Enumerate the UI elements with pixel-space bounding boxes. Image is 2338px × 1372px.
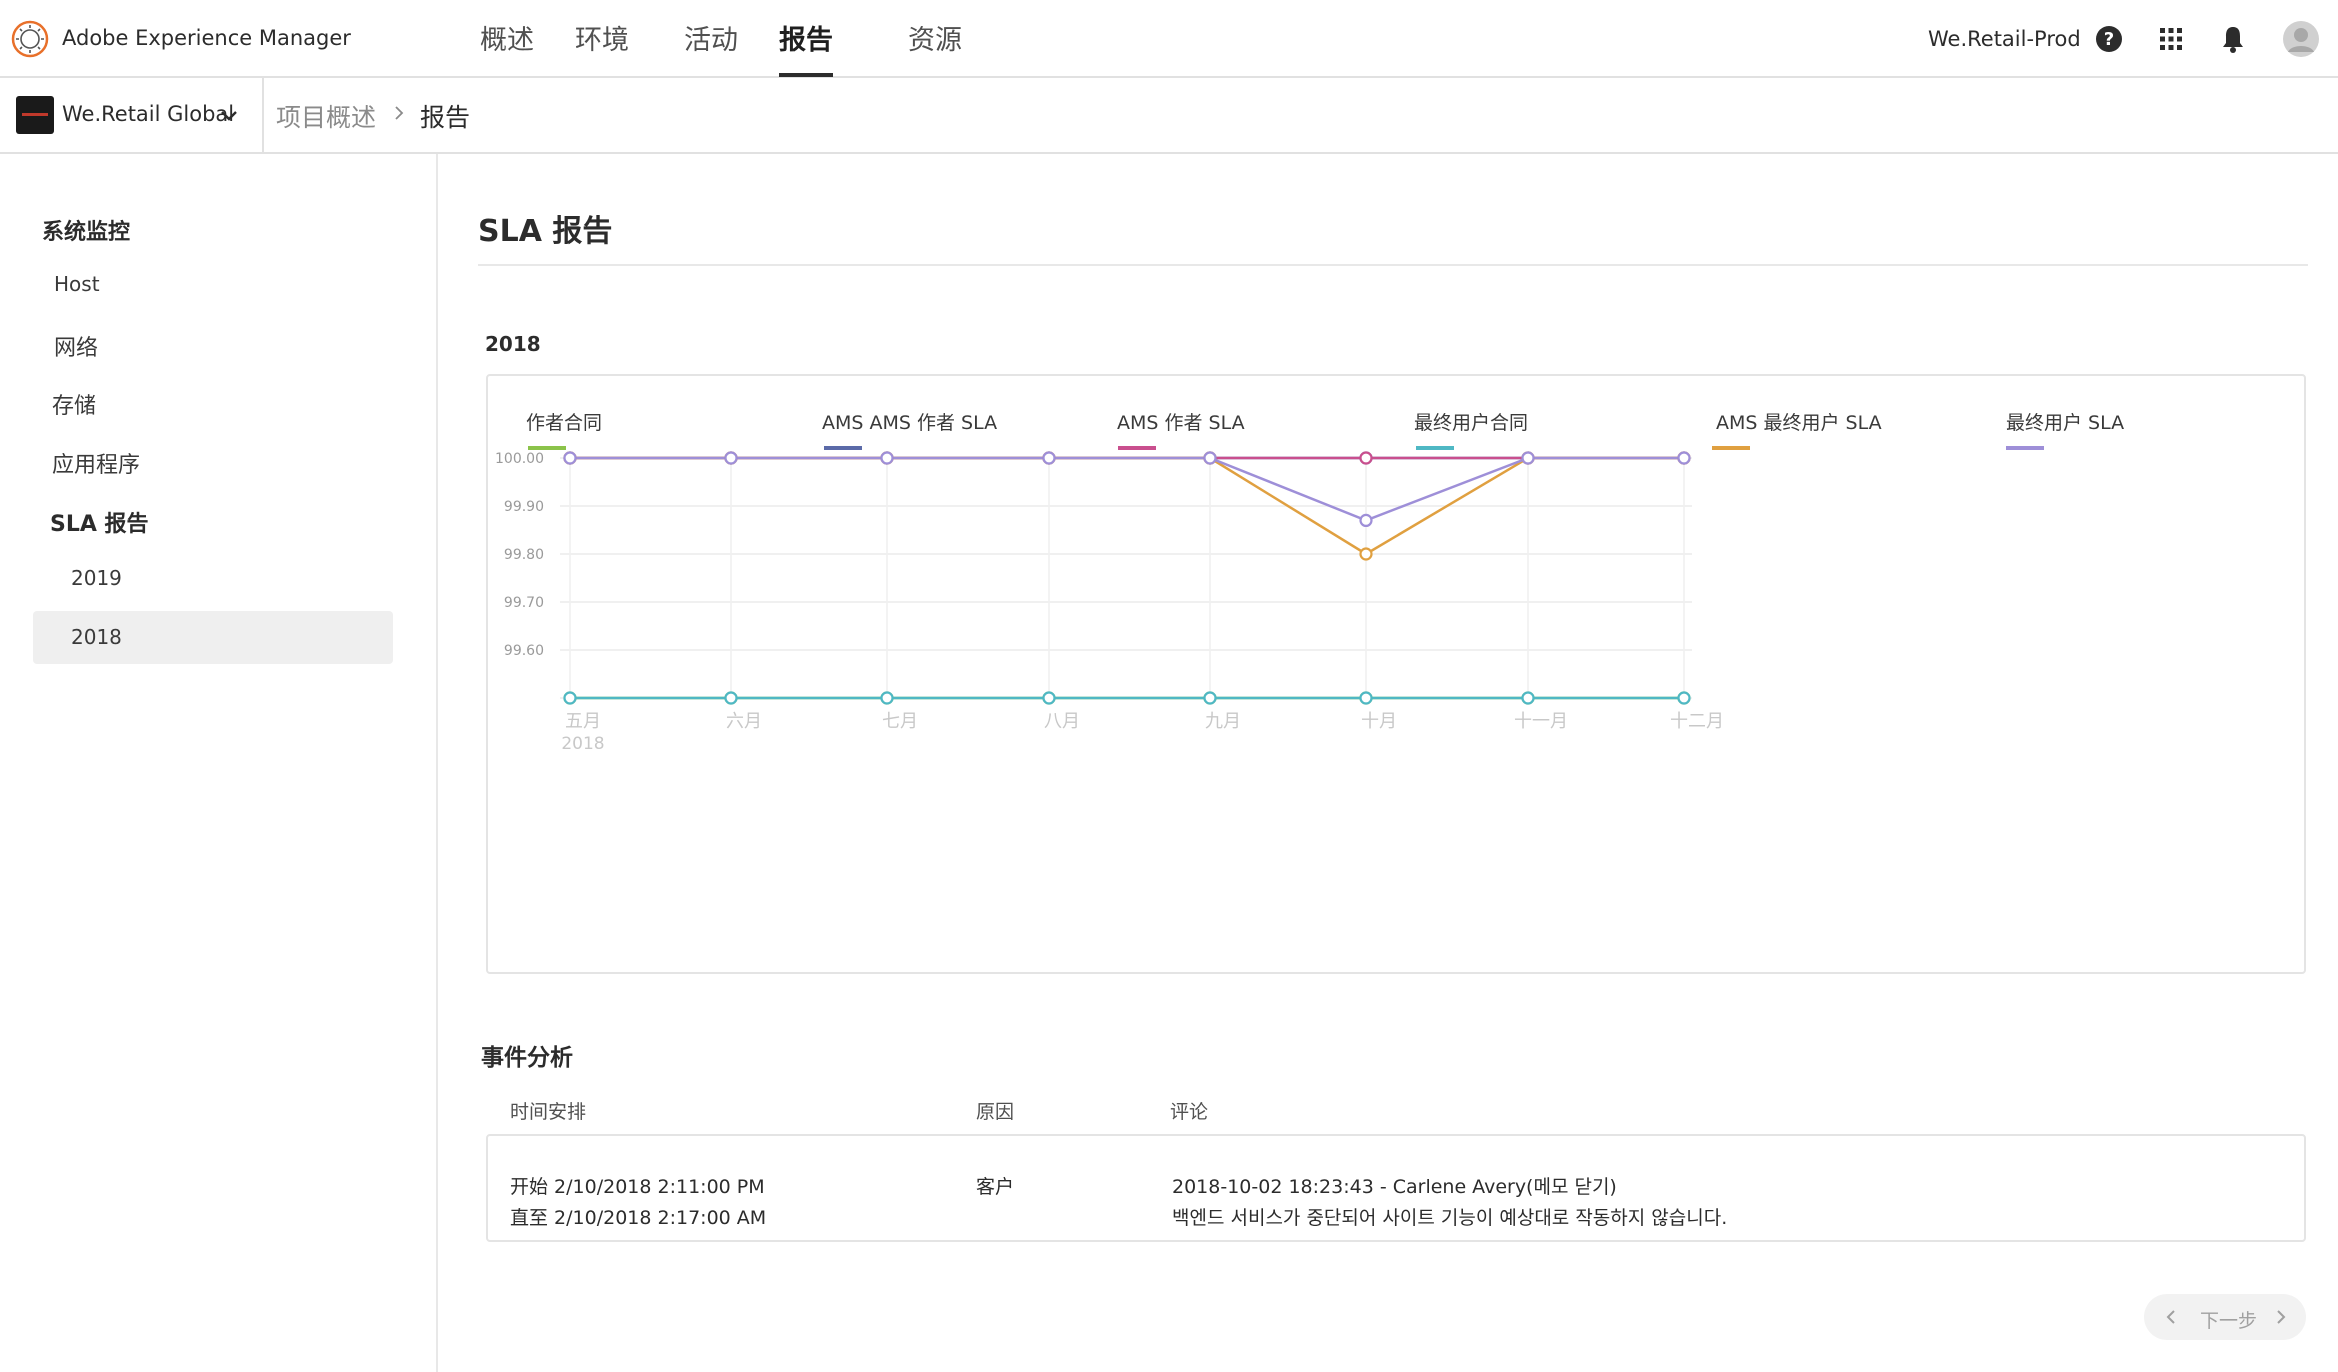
table-row[interactable]: 开始 2/10/2018 2:11:00 PM 直至 2/10/2018 2:1…: [486, 1134, 2306, 1242]
sidebar-item-applications[interactable]: 应用程序: [52, 447, 140, 479]
data-point: [1359, 513, 1373, 527]
sidebar-item-network[interactable]: 网络: [54, 330, 98, 362]
y-tick-label: 99.70: [504, 595, 544, 611]
x-tick-year-label: 2018: [561, 734, 604, 754]
incident-section-title: 事件分析: [481, 1045, 573, 1071]
sidebar-heading: 系统监控: [42, 220, 131, 245]
data-point: [724, 691, 738, 705]
data-point: [724, 451, 738, 465]
sidebar-item-2019[interactable]: 2019: [71, 566, 122, 590]
svg-text:?: ?: [2104, 29, 2114, 50]
data-point: [880, 451, 894, 465]
tab-overview[interactable]: 概述: [480, 18, 534, 57]
chevron-left-icon[interactable]: [2162, 1307, 2180, 1327]
x-tick-label: 五月: [565, 711, 601, 732]
divider: [262, 78, 264, 154]
column-header-reason: 原因: [976, 1101, 1015, 1123]
year-label: 2018: [485, 332, 541, 356]
tab-reports[interactable]: 报告: [779, 18, 833, 57]
pagination: 下一步: [2144, 1294, 2306, 1340]
incident-start: 开始 2/10/2018 2:11:00 PM: [510, 1176, 765, 1198]
x-tick-label: 九月: [1205, 711, 1241, 732]
apps-grid-icon[interactable]: [2154, 22, 2188, 56]
y-tick-label: 99.80: [504, 547, 544, 563]
data-point: [1203, 691, 1217, 705]
help-icon[interactable]: ?: [2092, 22, 2126, 56]
data-point: [880, 691, 894, 705]
data-point: [1042, 451, 1056, 465]
sidebar: 系统监控 Host 网络 存储 应用程序 SLA 报告 2019 2018: [0, 154, 438, 1372]
x-tick-label: 十二月: [1670, 711, 1724, 732]
tab-resources[interactable]: 资源: [908, 18, 962, 57]
tab-activity[interactable]: 活动: [684, 18, 738, 57]
top-bar: Adobe Experience Manager 概述 环境 活动 报告 资源 …: [0, 0, 2338, 78]
sub-header: We.Retail Global 项目概述 报告: [0, 78, 2338, 154]
sla-chart-card: 作者合同 AMS AMS 作者 SLA AMS 作者 SLA 最终用户合同 AM…: [486, 374, 2306, 974]
x-tick-label: 八月: [1044, 711, 1080, 732]
data-point: [1521, 451, 1535, 465]
y-tick-label: 99.60: [504, 643, 544, 659]
series-line: [570, 456, 1684, 522]
sidebar-item-sla-report[interactable]: SLA 报告: [50, 506, 149, 538]
data-point: [563, 451, 577, 465]
next-page-button[interactable]: 下一步: [2200, 1306, 2257, 1333]
tab-environments[interactable]: 环境: [575, 18, 629, 57]
breadcrumb-project-overview[interactable]: 项目概述: [276, 98, 376, 134]
y-tick-label: 99.90: [504, 499, 544, 515]
tenant-switcher[interactable]: We.Retail Global: [62, 102, 234, 126]
column-header-schedule: 时间安排: [510, 1101, 587, 1123]
breadcrumb-current: 报告: [420, 103, 471, 132]
sidebar-item-storage[interactable]: 存储: [52, 388, 96, 420]
sidebar-item-host[interactable]: Host: [54, 272, 100, 296]
org-switcher[interactable]: We.Retail-Prod: [1928, 27, 2081, 51]
x-tick-label: 十月: [1361, 711, 1397, 732]
incident-end: 直至 2/10/2018 2:17:00 AM: [510, 1207, 767, 1229]
aem-logo-icon[interactable]: [10, 19, 50, 59]
incident-comment-body: 백엔드 서비스가 중단되어 사이트 기능이 예상대로 작동하지 않습니다.: [1172, 1207, 1728, 1229]
y-tick-label: 100.00: [495, 451, 544, 467]
divider: [478, 264, 2308, 266]
data-point: [1359, 547, 1373, 561]
chevron-right-icon[interactable]: [2272, 1307, 2290, 1327]
x-tick-label: 十一月: [1514, 711, 1568, 732]
column-header-comment: 评论: [1170, 1101, 1209, 1123]
data-point: [1677, 691, 1691, 705]
app-title[interactable]: Adobe Experience Manager: [62, 26, 351, 50]
incident-comment-header: 2018-10-02 18:23:43 - Carlene Avery(메모 닫…: [1172, 1176, 1617, 1198]
data-point: [1359, 691, 1373, 705]
data-point: [1521, 691, 1535, 705]
bell-icon[interactable]: [2216, 22, 2250, 56]
data-point: [1677, 451, 1691, 465]
chevron-down-icon[interactable]: [218, 104, 240, 126]
data-point: [1203, 451, 1217, 465]
incident-reason: 客户: [976, 1176, 1015, 1198]
sidebar-item-2018[interactable]: 2018: [71, 625, 122, 649]
sla-line-chart: 100.00 99.90 99.80 99.70 99.60 五月 六月 七月 八月 九月 十月 十一…: [495, 451, 1724, 754]
x-tick-label: 七月: [882, 711, 918, 732]
x-tick-label: 六月: [726, 711, 762, 732]
avatar[interactable]: [2282, 20, 2320, 58]
data-point: [1359, 451, 1373, 465]
data-point: [563, 691, 577, 705]
tenant-logo: [16, 96, 54, 134]
page-title: SLA 报告: [478, 214, 613, 249]
data-point: [1042, 691, 1056, 705]
chevron-right-icon: [395, 106, 404, 120]
active-tab-indicator: [779, 73, 833, 77]
